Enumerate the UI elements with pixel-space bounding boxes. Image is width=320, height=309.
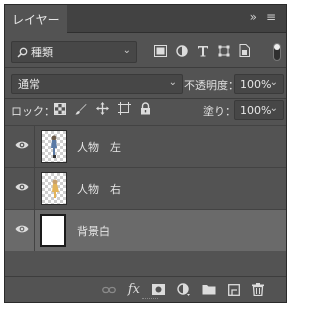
image-filter-icon[interactable] [154,44,167,57]
layer-thumbnail [41,172,67,205]
layer-thumbnail [40,214,66,247]
layer-name: 人物 左 [77,141,121,154]
eye-icon[interactable] [15,140,29,150]
blend-mode-value: 通常 [18,78,40,91]
link-layers-icon[interactable] [101,285,116,295]
smart-object-filter-icon[interactable] [239,44,250,57]
lock-image-pixels-icon[interactable] [75,103,87,115]
new-fill-adjustment-icon[interactable] [177,283,190,296]
lock-icons [54,102,151,115]
layer-name: 背景白 [77,225,110,238]
figure-thumbnail-art [52,179,59,198]
layers-bottom-toolbar: fx [5,276,286,302]
layers-panel: レイヤー » ≡ 種類 ⌄ 通常 ⌄ 不透明度： 100% ⌄ ロック： 塗り：… [4,4,287,303]
divider [5,98,286,99]
panel-header-icons: » ≡ [250,10,276,24]
visibility-column-divider [34,168,35,209]
layers-list: 人物 左 人物 右 背景白 [5,125,286,251]
figure-thumbnail-art [51,135,57,158]
filter-kind-select[interactable]: 種類 ⌄ [11,41,137,63]
filter-icons [154,44,250,57]
delete-layer-icon[interactable] [252,283,264,296]
collapse-icon[interactable]: » [250,10,257,24]
panel-tab-bar: レイヤー » ≡ [5,5,286,33]
visibility-column-divider [34,126,35,167]
fx-icon[interactable]: fx [128,282,140,297]
lock-all-icon[interactable] [140,102,151,115]
lock-label: ロック： [11,105,55,118]
search-icon [17,47,28,58]
opacity-value: 100% [240,77,272,91]
type-filter-icon[interactable] [197,45,209,57]
layer-row[interactable]: 背景白 [5,209,286,251]
new-layer-icon[interactable] [228,283,240,296]
panel-menu-icon[interactable]: ≡ [266,10,276,24]
lock-position-icon[interactable] [96,102,109,115]
filter-toggle[interactable] [273,43,281,61]
adjustment-filter-icon[interactable] [176,44,188,57]
fill-field[interactable]: 100% ⌄ [234,100,284,120]
shape-filter-icon[interactable] [218,45,230,57]
fill-label: 塗り： [203,105,236,118]
layer-thumbnail [41,130,67,163]
chevron-down-icon: ⌄ [122,45,131,56]
layer-row[interactable]: 人物 左 [5,125,286,167]
eye-icon[interactable] [15,224,29,234]
tab-label: レイヤー [12,12,60,27]
filter-row: 種類 ⌄ [5,41,286,63]
bottom-toolbar-icons: fx [101,282,264,297]
layer-name: 人物 右 [77,183,121,196]
filter-kind-label: 種類 [31,46,53,59]
opacity-field[interactable]: 100% ⌄ [234,74,284,94]
fill-value: 100% [240,103,272,117]
tab-layers[interactable]: レイヤー [5,5,67,33]
prevent-autonest-icon[interactable] [118,102,131,115]
resize-grip[interactable] [142,298,158,301]
layer-row[interactable]: 人物 右 [5,167,286,209]
chevron-down-icon: ⌄ [168,77,177,88]
add-mask-icon[interactable] [152,284,165,295]
visibility-column-divider [34,210,35,251]
divider [5,67,286,68]
new-group-icon[interactable] [202,284,216,295]
opacity-label: 不透明度： [184,79,239,92]
chevron-down-icon: ⌄ [269,77,278,88]
blend-mode-select[interactable]: 通常 ⌄ [11,74,183,94]
eye-icon[interactable] [15,182,29,192]
lock-transparent-pixels-icon[interactable] [54,102,66,115]
chevron-down-icon: ⌄ [269,103,278,114]
